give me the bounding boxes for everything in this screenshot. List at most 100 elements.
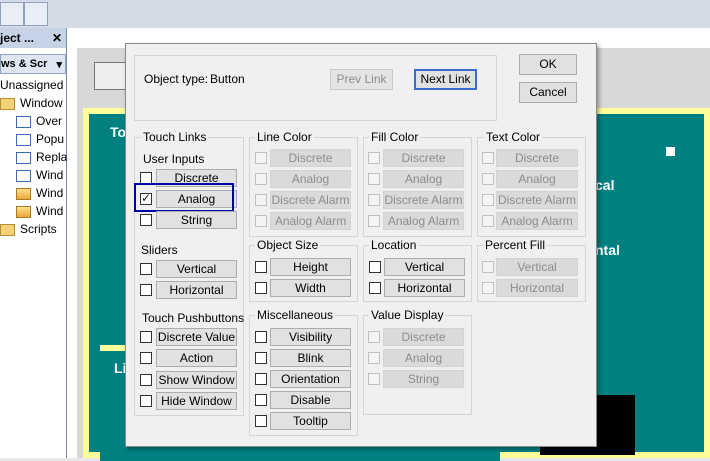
panel-title: ject ... ✕ [0,28,66,48]
pencil-icon[interactable] [24,2,48,26]
prev-link-button[interactable]: Prev Link [330,69,393,90]
text-color-title: Text Color [484,130,543,144]
tree-item-unassigned[interactable]: Unassigned [0,76,63,94]
vertical-slider-checkbox[interactable] [140,263,152,275]
object-type-value: Button [210,72,245,86]
percent-fill-title: Percent Fill [483,238,548,252]
blink-checkbox[interactable] [255,352,267,364]
location-vertical-checkbox[interactable] [369,261,381,273]
line-color-discrete-alarm-button[interactable]: Discrete Alarm [270,191,351,209]
text-color-discrete-button[interactable]: Discrete [496,149,578,167]
tooltip-checkbox[interactable] [255,415,267,427]
value-display-analog-checkbox[interactable] [368,352,380,364]
close-icon[interactable]: ✕ [52,28,62,48]
visibility-button[interactable]: Visibility [270,328,351,346]
orientation-checkbox[interactable] [255,373,267,385]
fill-color-discrete-button[interactable]: Discrete [383,149,464,167]
windows-scripts-tab[interactable]: ws & Scr ▾ [0,54,66,74]
line-color-analog-button[interactable]: Analog [270,170,351,188]
text-color-analog-checkbox[interactable] [482,173,494,185]
fill-color-analog-checkbox[interactable] [368,173,380,185]
sliders-title: Sliders [141,243,178,257]
fill-color-discrete-checkbox[interactable] [368,152,380,164]
tree-item-window[interactable]: Popu [16,130,64,148]
string-input-button[interactable]: String [156,211,237,229]
value-display-string-checkbox[interactable] [368,373,380,385]
text-color-discrete-alarm-button[interactable]: Discrete Alarm [496,191,578,209]
vertical-slider-button[interactable]: Vertical [156,260,237,278]
horizontal-slider-checkbox[interactable] [140,284,152,296]
height-checkbox[interactable] [255,261,267,273]
text-color-discrete-alarm-checkbox[interactable] [482,194,494,206]
location-horizontal-checkbox[interactable] [369,282,381,294]
orientation-button[interactable]: Orientation [270,370,351,388]
percent-fill-horizontal-checkbox[interactable] [482,282,494,294]
cancel-button[interactable]: Cancel [519,82,577,103]
tree-item-windows[interactable]: Window [0,94,63,112]
line-color-title: Line Color [255,130,314,144]
toolbar-button[interactable] [0,2,24,26]
line-color-discrete-alarm-checkbox[interactable] [255,194,267,206]
fill-color-discrete-alarm-button[interactable]: Discrete Alarm [383,191,464,209]
discrete-value-button[interactable]: Discrete Value [156,328,237,346]
value-display-title: Value Display [369,308,446,322]
fill-color-discrete-alarm-checkbox[interactable] [368,194,380,206]
line-color-analog-checkbox[interactable] [255,173,267,185]
dropdown-arrow-icon[interactable]: ▾ [56,56,62,74]
text-color-analog-button[interactable]: Analog [496,170,578,188]
value-display-string-button[interactable]: String [383,370,464,388]
line-color-analog-alarm-checkbox[interactable] [255,215,267,227]
text-color-analog-alarm-checkbox[interactable] [482,215,494,227]
hide-window-checkbox[interactable] [140,395,152,407]
horizontal-slider-button[interactable]: Horizontal [156,281,237,299]
show-window-button[interactable]: Show Window [156,371,237,389]
window-icon [16,205,31,218]
line-color-discrete-checkbox[interactable] [255,152,267,164]
value-display-discrete-button[interactable]: Discrete [383,328,464,346]
discrete-value-checkbox[interactable] [140,331,152,343]
tree-item-window[interactable]: Wind [16,184,63,202]
tooltip-button[interactable]: Tooltip [270,412,351,430]
tree-label: Repla [36,150,68,164]
window-icon [16,115,31,128]
action-checkbox[interactable] [140,352,152,364]
value-display-analog-button[interactable]: Analog [383,349,464,367]
string-input-checkbox[interactable] [140,214,152,226]
height-button[interactable]: Height [270,258,351,276]
tree-item-window[interactable]: Over [16,112,62,130]
fill-color-title: Fill Color [369,130,421,144]
percent-fill-vertical-checkbox[interactable] [482,261,494,273]
tree-item-window[interactable]: Wind [16,202,63,220]
percent-fill-horizontal-button[interactable]: Horizontal [496,279,578,297]
line-color-analog-alarm-button[interactable]: Analog Alarm [270,212,351,230]
tree-item-window[interactable]: Wind [16,166,63,184]
fill-color-analog-button[interactable]: Analog [383,170,464,188]
visibility-checkbox[interactable] [255,331,267,343]
width-checkbox[interactable] [255,282,267,294]
blink-button[interactable]: Blink [270,349,351,367]
tree-item-window[interactable]: Repla [16,148,67,166]
location-horizontal-button[interactable]: Horizontal [384,279,465,297]
percent-fill-vertical-button[interactable]: Vertical [496,258,578,276]
disable-checkbox[interactable] [255,394,267,406]
width-button[interactable]: Width [270,279,351,297]
line-color-discrete-button[interactable]: Discrete [270,149,351,167]
location-vertical-button[interactable]: Vertical [384,258,465,276]
action-button[interactable]: Action [156,349,237,367]
fill-color-analog-alarm-button[interactable]: Analog Alarm [383,212,464,230]
text-color-discrete-checkbox[interactable] [482,152,494,164]
value-display-discrete-checkbox[interactable] [368,331,380,343]
panel-title-text: ject ... [0,31,35,45]
disable-button[interactable]: Disable [270,391,351,409]
fill-color-analog-alarm-checkbox[interactable] [368,215,380,227]
ok-button[interactable]: OK [519,54,577,75]
tree-item-scripts[interactable]: Scripts [0,220,57,238]
show-window-checkbox[interactable] [140,374,152,386]
window-icon [16,187,31,200]
canvas-text: To [110,124,127,140]
hide-window-button[interactable]: Hide Window [156,392,237,410]
next-link-button[interactable]: Next Link [414,69,477,90]
object-type-label: Object type: [144,72,209,86]
canvas-marker [666,147,675,156]
text-color-analog-alarm-button[interactable]: Analog Alarm [496,212,578,230]
